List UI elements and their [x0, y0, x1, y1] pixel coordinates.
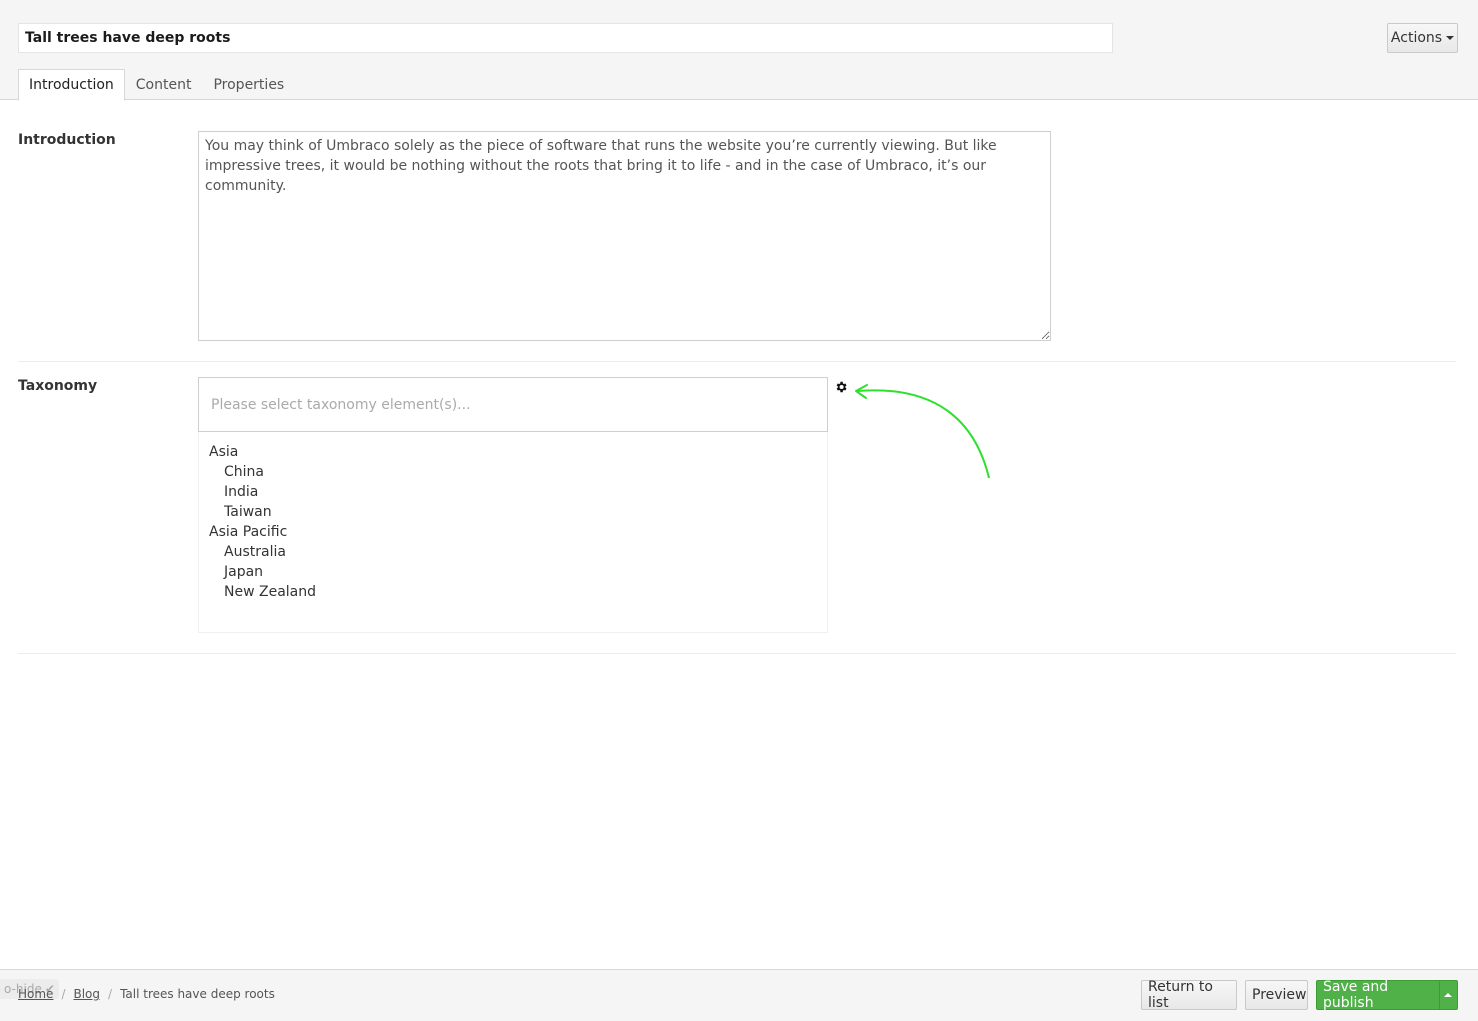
taxonomy-option-china[interactable]: China: [199, 462, 827, 482]
preview-button[interactable]: Preview: [1245, 980, 1308, 1010]
return-to-list-button[interactable]: Return to list: [1141, 979, 1237, 1011]
preview-label: Preview: [1252, 987, 1307, 1003]
caret-up-icon: [1444, 993, 1453, 997]
caret-down-icon: [1446, 36, 1455, 40]
actions-label: Actions: [1390, 30, 1443, 46]
save-and-publish-button[interactable]: Save and publish: [1316, 979, 1458, 1011]
return-to-list-label: Return to list: [1148, 979, 1213, 1011]
breadcrumb: Home / Blog / Tall trees have deep roots: [18, 987, 275, 1001]
editor-header: Actions Introduction Content Properties: [0, 0, 1478, 101]
breadcrumb-separator: /: [61, 987, 66, 1001]
breadcrumb-blog[interactable]: Blog: [73, 987, 100, 1001]
taxonomy-option-india[interactable]: India: [199, 482, 827, 502]
gear-icon[interactable]: [834, 380, 848, 394]
actions-button[interactable]: Actions: [1387, 23, 1458, 53]
save-and-publish-label: Save and publish: [1323, 979, 1389, 1011]
taxonomy-option-asia[interactable]: Asia: [199, 442, 827, 462]
introduction-textarea[interactable]: You may think of Umbraco solely as the p…: [198, 131, 1051, 341]
property-divider: [18, 361, 1456, 362]
annotation-arrow-icon: [855, 384, 990, 479]
taxonomy-placeholder: Please select taxonomy element(s)...: [211, 396, 471, 413]
taxonomy-select-input[interactable]: Please select taxonomy element(s)...: [198, 377, 828, 432]
taxonomy-option-asia-pacific[interactable]: Asia Pacific: [199, 522, 827, 542]
tab-properties[interactable]: Properties: [202, 69, 295, 100]
breadcrumb-current: Tall trees have deep roots: [120, 987, 275, 1001]
tab-introduction[interactable]: Introduction: [18, 69, 125, 101]
tab-bar: Introduction Content Properties: [18, 69, 295, 101]
editor-footer: o-hide ✔ Home / Blog / Tall trees have d…: [0, 969, 1478, 1021]
taxonomy-option-australia[interactable]: Australia: [199, 542, 827, 562]
node-name-input[interactable]: [18, 23, 1113, 53]
breadcrumb-separator: /: [108, 987, 113, 1001]
taxonomy-label: Taxonomy: [18, 378, 98, 394]
taxonomy-options-list: Asia China India Taiwan Asia Pacific Aus…: [198, 432, 828, 633]
introduction-label: Introduction: [18, 132, 116, 148]
taxonomy-option-new-zealand[interactable]: New Zealand: [199, 582, 827, 602]
property-divider: [18, 653, 1456, 654]
publish-options-toggle[interactable]: [1438, 981, 1457, 1009]
taxonomy-option-japan[interactable]: Japan: [199, 562, 827, 582]
taxonomy-option-taiwan[interactable]: Taiwan: [199, 502, 827, 522]
breadcrumb-home[interactable]: Home: [18, 987, 53, 1001]
tab-content[interactable]: Content: [125, 69, 203, 100]
